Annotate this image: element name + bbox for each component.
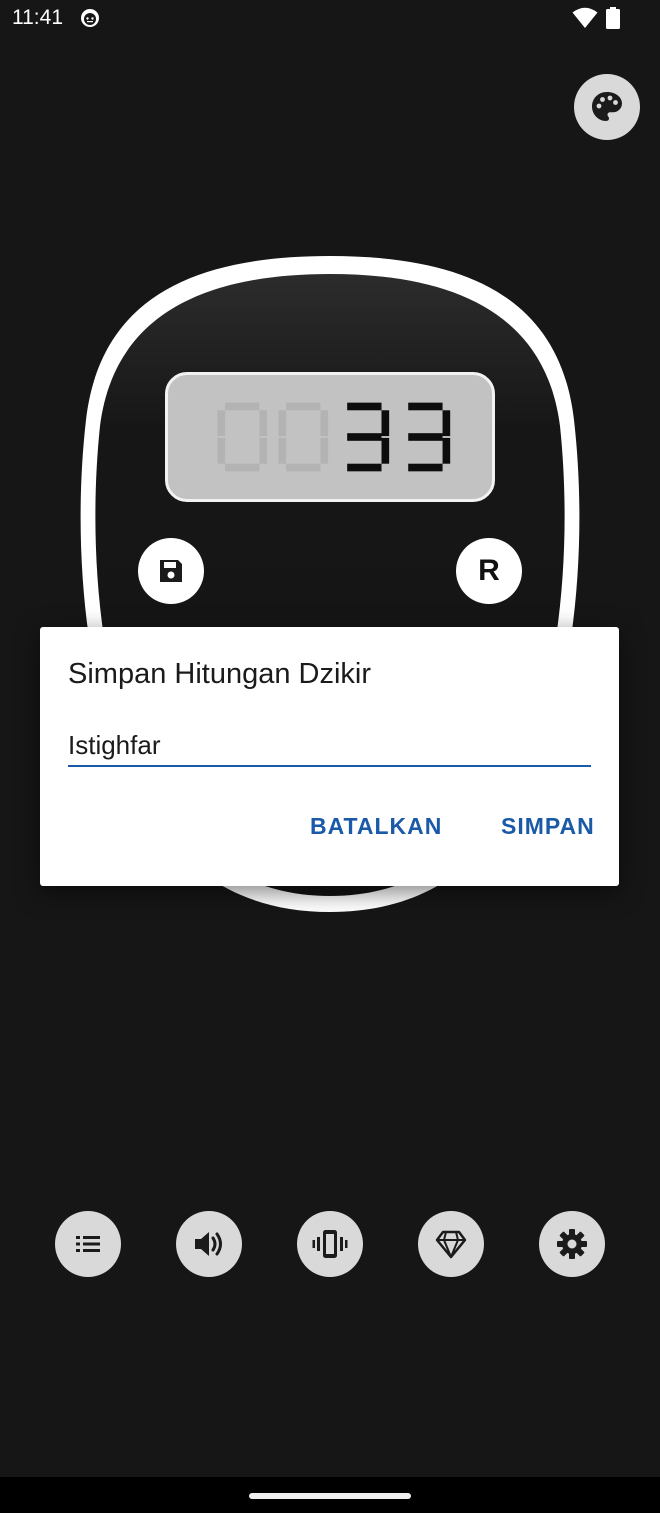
lcd-digit-0-segment-d (225, 463, 260, 472)
theme-palette-button[interactable] (574, 74, 640, 140)
lcd-digit-1-segment-f (278, 410, 287, 437)
diamond-icon (435, 1230, 467, 1259)
counter-display: 0033 (165, 372, 495, 502)
wifi-icon (572, 7, 598, 28)
cancel-button[interactable]: BATALKAN (310, 813, 442, 840)
vibrate-toggle-button[interactable] (297, 1211, 363, 1277)
lcd-digit-0-segment-a (225, 402, 260, 411)
sound-toggle-button[interactable] (176, 1211, 242, 1277)
volume-icon (195, 1232, 222, 1256)
status-time: 11:41 (12, 6, 63, 29)
lcd-digit-3-segment-c (442, 437, 451, 464)
gear-icon (557, 1229, 587, 1259)
lcd-digit-3-segment-a (408, 402, 443, 411)
save-dialog: Simpan Hitungan Dzikir BATALKAN SIMPAN (40, 627, 619, 886)
lcd-digit-3-segment-d (408, 463, 443, 472)
lcd-digit-0-segment-e (217, 437, 226, 464)
lcd-digit-0-segment-c (259, 437, 268, 464)
face-icon (81, 9, 99, 27)
counter-digits (217, 402, 451, 472)
lcd-digit-2-segment-g (347, 433, 382, 441)
history-list-button[interactable] (55, 1211, 121, 1277)
save-count-button[interactable] (138, 538, 204, 604)
lcd-digit-1-segment-c (320, 437, 329, 464)
lcd-digit-1-segment-b (320, 410, 329, 437)
vibrate-icon (312, 1230, 348, 1258)
save-button[interactable]: SIMPAN (501, 813, 595, 840)
home-gesture-handle[interactable] (249, 1493, 411, 1499)
lcd-digit-2-segment-d (347, 463, 382, 472)
lcd-digit-0-segment-b (259, 410, 268, 437)
battery-icon (606, 7, 620, 29)
floppy-disk-icon (160, 560, 182, 582)
premium-button[interactable] (418, 1211, 484, 1277)
lcd-digit-1-segment-a (286, 402, 321, 411)
settings-button[interactable] (539, 1211, 605, 1277)
dialog-title: Simpan Hitungan Dzikir (68, 658, 372, 690)
list-icon (76, 1236, 100, 1252)
system-nav-bar (0, 1477, 660, 1513)
dzikir-name-input[interactable] (68, 725, 591, 767)
lcd-digit-2-segment-a (347, 402, 382, 411)
status-bar: 11:41 (0, 0, 660, 36)
palette-icon (592, 92, 622, 121)
lcd-digit-1-segment-e (278, 437, 287, 464)
lcd-digit-3-segment-g (408, 433, 443, 441)
lcd-digit-2-segment-c (381, 437, 390, 464)
lcd-digit-1-segment-d (286, 463, 321, 472)
reset-button[interactable]: R (456, 538, 522, 604)
lcd-digit-0-segment-f (217, 410, 226, 437)
lcd-digit-3-segment-b (442, 410, 451, 437)
lcd-digit-2-segment-b (381, 410, 390, 437)
